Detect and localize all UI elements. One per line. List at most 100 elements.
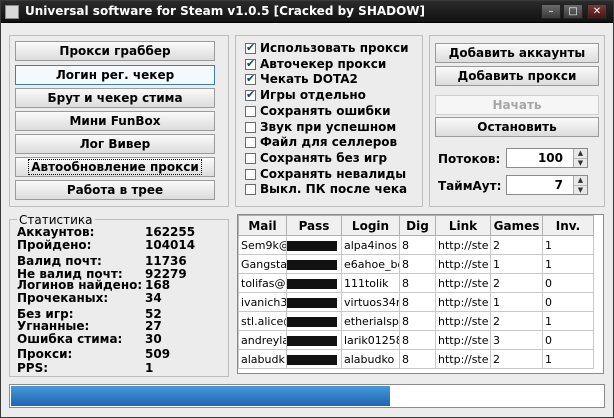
table-cell: Gangsta [238,254,287,274]
tool-button-1[interactable]: Логин рег. чекер [15,65,215,85]
tool-button-4[interactable]: Лог Вивер [15,134,215,154]
close-button[interactable]: ✕ [587,4,607,19]
column-header[interactable]: Login [341,215,400,236]
tool-button-0[interactable]: Прокси граббер [15,41,215,61]
checkbox-box[interactable]: ✔ [245,41,256,54]
stop-button[interactable]: Остановить [435,117,599,137]
column-header[interactable]: Pass [286,215,342,236]
app-icon [5,5,19,19]
stat-row: Ошибка стима: 30 [17,332,223,346]
table-cell: ivanich3 [238,292,287,312]
column-header[interactable]: Dig [399,215,436,236]
table-row[interactable]: stl.alice@ etherialspi8http://ste21 [238,311,594,331]
stat-value: 30 [145,332,162,346]
redacted-password-cell [286,349,342,369]
minimize-button[interactable]: – [541,4,561,19]
stat-label: Прокси: [17,347,73,361]
checkbox-box[interactable] [245,152,256,164]
stat-row: Пройдено: 104014 [17,238,223,252]
option-label: Выкл. ПК после чека [260,182,408,197]
redaction-mask [287,240,337,251]
table-row[interactable]: andreyla larik01258 8 http://ste 3 0 [238,330,594,350]
stat-value: 27 [145,319,162,333]
table-cell: 0 [542,292,594,312]
table-cell: stl.alice@ [238,311,287,331]
table-cell: http://ste [435,273,491,293]
option-label: Игры отдельно [260,88,366,103]
timeout-value: 7 [554,178,563,192]
table-cell: etherialspi [341,311,400,331]
option-label: Файл для селлеров [260,135,398,150]
results-table[interactable]: Mail Pass Login Dig Link Games Inv. Sem9k@ alpa… [237,214,604,374]
table-row[interactable]: tolifas@ 111tolik 8 http://ste 2 0 [238,273,594,293]
table-row[interactable]: ivanich3 virtuos34r 8 http://ste 1 0 [238,292,594,312]
redaction-mask [287,259,337,270]
column-header[interactable]: Link [435,215,491,236]
add-proxies-button[interactable]: Добавить прокси [435,66,599,86]
checkbox-box[interactable] [245,137,256,149]
tool-button-6[interactable]: Работа в трее [15,180,215,200]
redaction-mask [287,335,337,346]
redacted-password-cell [286,311,342,331]
redaction-mask [287,354,337,365]
table-cell: 2 [490,349,543,369]
option-label: Сохранять ошибки [260,103,391,118]
stat-value: 11736 [145,254,187,268]
tool-button-label: Брут и чекер стима [47,91,183,105]
table-cell: 0 [542,273,594,293]
stat-label: Пройдено: [17,238,92,252]
progress-fill [11,386,390,406]
stat-label: Логинов найдено: [17,278,143,292]
timeout-up-arrow-icon[interactable]: ▲ [573,176,587,185]
checkbox-box[interactable] [245,105,256,117]
column-header[interactable]: Mail [238,215,287,236]
checkbox-box[interactable] [245,168,256,180]
tool-button-label: Логин рег. чекер [55,68,175,82]
timeout-down-arrow-icon[interactable]: ▼ [573,185,587,194]
tool-button-5[interactable]: Автообновление прокси [15,157,215,177]
threads-up-arrow-icon[interactable]: ▲ [573,149,587,158]
checkbox-box[interactable] [245,184,256,196]
table-cell: 1 [542,349,594,369]
table-cell: 1 [542,235,594,255]
progress-bar [9,384,605,408]
table-cell: http://ste [435,349,491,369]
table-header: Mail Pass Login Dig Link Games Inv. [238,215,594,236]
checkbox-box[interactable] [245,121,256,133]
checkmark-icon: ✔ [246,72,256,86]
stat-value: 104014 [145,238,196,252]
checkmark-icon: ✔ [246,56,256,70]
stat-row: Прочеканых: 34 [17,291,223,305]
table-cell: http://ste [435,311,491,331]
timeout-spinner[interactable]: 7 ▲ ▼ [506,175,588,195]
table-cell: 8 [399,254,436,274]
column-header[interactable]: Inv. [542,215,594,236]
threads-spinner[interactable]: 100 ▲ ▼ [506,148,588,168]
column-header[interactable]: Games [490,215,543,236]
add-accounts-button[interactable]: Добавить аккаунты [435,43,599,63]
table-row[interactable]: Gangsta e6ahoe_bo 8 http://ste 1 1 [238,254,594,274]
table-cell: http://ste [435,254,491,274]
tool-button-label: Работа в трее [66,183,164,197]
table-cell: andreyla [238,330,287,350]
table-cell: Sem9k@ [238,235,287,255]
table-cell: virtuos34r [341,292,400,312]
start-button[interactable]: Начать [435,95,599,115]
stat-row: Прокси: 509 [17,347,223,361]
stat-value: 509 [145,347,171,361]
stat-row: PPS: 1 [17,361,223,375]
tool-button-3[interactable]: Мини FunBox [15,111,215,131]
table-cell: 8 [399,349,436,369]
table-row[interactable]: alabudk alabudko 8 http://ste 2 1 [238,349,594,369]
table-row[interactable]: Sem9k@ alpa4inos 8 http://ste 2 1 [238,235,594,255]
checkbox-box[interactable]: ✔ [245,72,256,86]
checkbox-box[interactable]: ✔ [245,56,256,70]
tool-button-2[interactable]: Брут и чекер стима [15,88,215,108]
maximize-button[interactable]: □ [563,4,583,19]
title-bar[interactable]: Universal software for Steam v1.0.5 [Cra… [1,1,613,23]
redaction-mask [287,278,337,289]
table-cell: 1 [490,292,543,312]
table-cell: 1 [490,254,543,274]
threads-down-arrow-icon[interactable]: ▼ [573,158,587,167]
checkbox-box[interactable]: ✔ [245,88,256,102]
